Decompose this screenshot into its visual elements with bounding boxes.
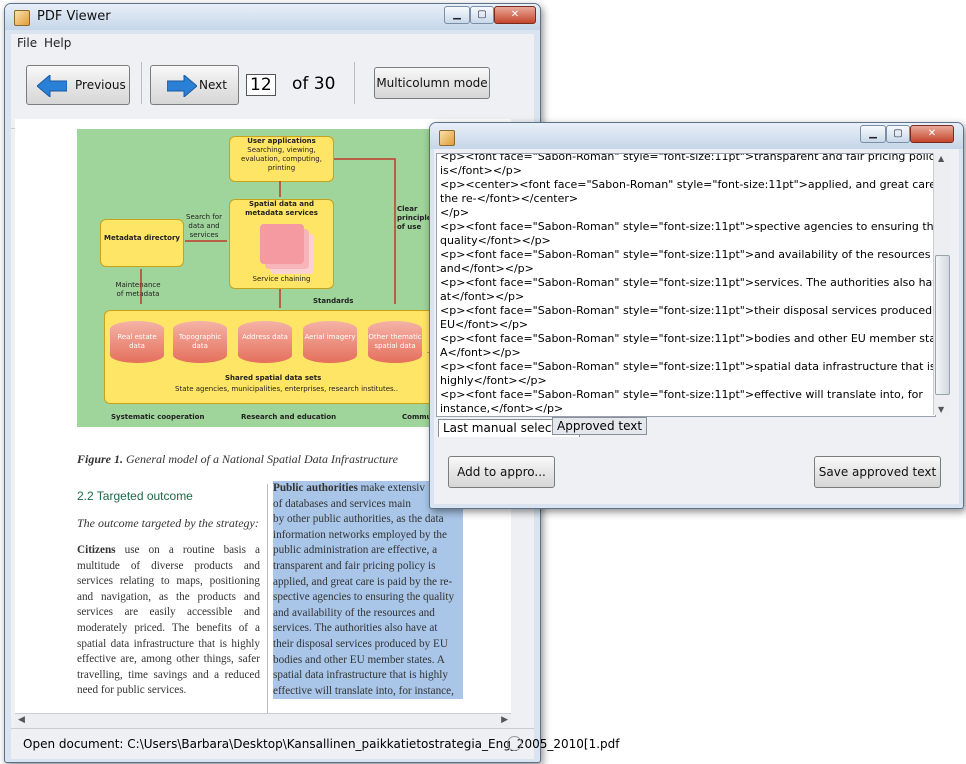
selected-line: public administration are effective, a [273,544,438,557]
selected-line: their disposal services produced by EU [273,637,448,650]
popup-client-area: <p><font face="Sabon-Roman" style="font-… [434,149,959,504]
toolbar-separator [354,62,355,104]
next-button[interactable]: Next [150,65,239,105]
public-authorities-bold: Public authorities [273,482,358,494]
citizens-bold: Citizens [77,544,116,556]
status-text: Open document: C:\Users\Barbara\Desktop\… [23,737,620,751]
html-text-area[interactable]: <p><font face="Sabon-Roman" style="font-… [436,153,936,417]
html-line: instance,</font></p> [440,402,564,415]
tab-approved-text[interactable]: Approved text [552,417,648,435]
close-icon[interactable]: ✕ [494,6,536,24]
java-app-icon [14,10,30,26]
selected-line: transparent and fair pricing policy is [273,559,436,572]
popup-title-bar[interactable]: ▁ ▢ ✕ [430,123,963,149]
html-line: <p><font face="Sabon-Roman" style="font-… [440,332,936,345]
minimize-icon[interactable]: ▁ [444,6,470,24]
nsdi-diagram: User applications Searching, viewing, ev… [77,129,456,427]
selected-text-column[interactable]: Public authorities make extensiv of data… [273,481,463,700]
scroll-right-icon[interactable]: ▶ [501,715,508,725]
previous-label: Previous [75,78,126,92]
toolbar: Previous Next 12 of 30 Multicolumn mode [11,52,534,129]
html-line: </p> [440,206,470,219]
left-column-text: Citizens use on a routine basis a multit… [77,543,260,699]
html-line: <p><font face="Sabon-Roman" style="font-… [440,248,931,261]
citizens-paragraph: use on a routine basis a multitude of di… [77,544,260,697]
html-line: <p><font face="Sabon-Roman" style="font-… [440,276,936,289]
html-line: A</font></p> [440,346,521,359]
selected-line: information networks employed by the [273,528,447,541]
arrow-left-icon [37,75,67,97]
add-to-approved-button[interactable]: Add to appro... [448,456,555,488]
html-line: is</font></p> [440,164,522,177]
scroll-down-icon[interactable]: ▼ [938,405,944,414]
selected-line: bodies and other EU member states. A [273,653,445,666]
html-line: <p><font face="Sabon-Roman" style="font-… [440,304,936,317]
busy-indicator-icon [507,736,522,751]
html-line: quality</font></p> [440,234,551,247]
section-heading: 2.2 Targeted outcome [77,489,193,503]
arrow-right-icon [167,75,197,97]
html-line: <p><font face="Sabon-Roman" style="font-… [440,153,936,163]
html-line: <p><center><font face="Sabon-Roman" styl… [440,178,936,191]
previous-button[interactable]: Previous [26,65,130,105]
figure-caption-text: General model of a National Spatial Data… [126,452,398,466]
next-label: Next [199,78,227,92]
add-to-approved-label: Add to appro... [457,465,546,479]
window-title: PDF Viewer [37,9,111,24]
selected-line: applied, and great care is paid by the r… [273,575,453,588]
page-number-input[interactable]: 12 [246,74,276,96]
maximize-icon[interactable]: ▢ [886,125,910,143]
selected-line: by other public authorities, as the data [273,513,444,526]
save-approved-label: Save approved text [818,465,937,479]
figure-caption: Figure 1. General model of a National Sp… [77,452,398,467]
toolbar-separator [141,62,142,104]
menu-bar: File Help [11,34,534,52]
html-line: <p><font face="Sabon-Roman" style="font-… [440,220,936,233]
title-bar[interactable]: PDF Viewer ▁ ▢ ✕ [5,4,540,30]
selected-line: spatial data infrastructure that is high… [273,669,448,682]
menu-file[interactable]: File [17,36,37,50]
html-line: <p><font face="Sabon-Roman" style="font-… [440,360,936,373]
save-approved-text-button[interactable]: Save approved text [814,456,941,488]
selected-line: effective will translate into, for insta… [273,684,454,697]
html-line: at</font></p> [440,290,525,303]
html-line: EU</font></p> [440,318,529,331]
vertical-scrollbar[interactable]: ▲ ▼ [933,153,950,415]
selected-line: spective agencies to ensuring the qualit… [273,591,455,604]
maximize-icon[interactable]: ▢ [470,6,494,24]
minimize-icon[interactable]: ▁ [860,125,886,143]
menu-help[interactable]: Help [44,36,71,50]
approval-window: ▁ ▢ ✕ <p><font face="Sabon-Roman" style=… [429,122,964,509]
multicolumn-label: Multicolumn mode [376,76,488,90]
html-lines: <p><font face="Sabon-Roman" style="font-… [437,153,936,416]
diagram-arrows [140,158,396,308]
scroll-left-icon[interactable]: ◀ [18,715,25,725]
selected-line-text: make extensiv [357,482,425,494]
html-line: highly</font></p> [440,374,547,387]
multicolumn-mode-button[interactable]: Multicolumn mode [374,67,490,99]
selected-line: services. The authorities also have at [273,622,438,635]
page-count-label: of 30 [292,74,336,94]
column-divider [267,484,268,713]
java-app-icon [439,130,455,146]
scroll-thumb[interactable] [935,255,950,395]
section-subheading: The outcome targeted by the strategy: [77,516,259,530]
html-line: and</font></p> [440,262,534,275]
scroll-up-icon[interactable]: ▲ [938,154,944,163]
status-bar: Open document: C:\Users\Barbara\Desktop\… [11,728,619,759]
html-line: <p><font face="Sabon-Roman" style="font-… [440,388,923,401]
close-icon[interactable]: ✕ [910,125,954,143]
selected-line: and availability of the resources and [273,606,435,619]
html-line: the re-</font></center> [440,192,579,205]
figure-label: Figure 1. [77,452,124,466]
